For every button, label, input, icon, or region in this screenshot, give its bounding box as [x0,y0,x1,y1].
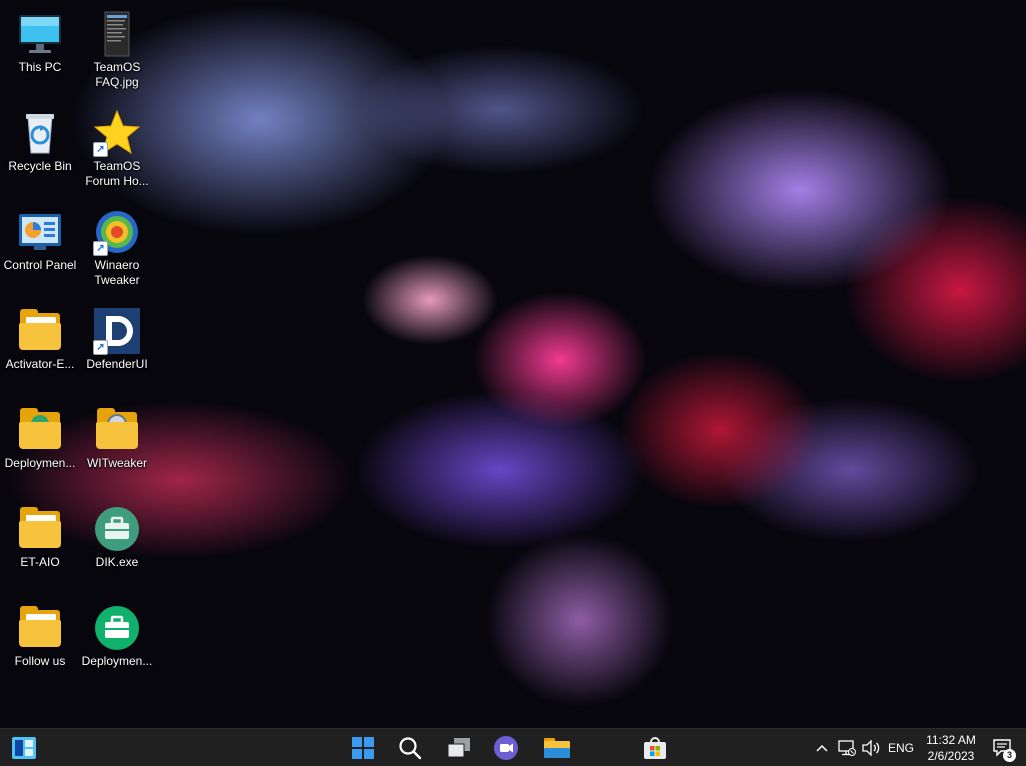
widgets-icon [12,737,36,759]
clock[interactable]: 11:32 AM 2/6/2023 [922,732,980,764]
task-view-button[interactable] [443,732,475,764]
folder-icon [16,406,64,454]
desktop-icon-label: Recycle Bin [8,159,72,173]
control-panel-icon [16,208,64,256]
desktop-icon-teamos-forum[interactable]: ↗ TeamOS Forum Ho... [76,105,158,197]
desktop-icon-control-panel[interactable]: Control Panel [0,204,81,296]
search-button[interactable] [394,732,426,764]
clock-time: 11:32 AM [926,733,976,747]
desktop-icon-et-aio-folder[interactable]: ET-AIO [0,501,81,593]
microsoft-store-icon [644,737,666,759]
desktop-icon-label: DIK.exe [95,555,139,569]
toolbox-icon [93,604,141,652]
folder-icon [93,406,141,454]
file-explorer-icon [544,738,570,758]
desktop-icon-recycle-bin[interactable]: Recycle Bin [0,105,81,197]
desktop-icon-winaero-tweaker[interactable]: ↗ Winaero Tweaker [76,204,158,296]
defenderui-icon: ↗ [93,307,141,355]
teams-chat-icon [494,736,518,760]
volume-button[interactable] [859,732,883,764]
image-file-icon [93,10,141,58]
desktop-icon-label: WITweaker [86,456,147,470]
shortcut-arrow-icon: ↗ [93,340,108,355]
folder-icon [16,307,64,355]
desktop-icon-label: ET-AIO [20,555,60,569]
desktop-icon-witweaker-folder[interactable]: WITweaker [76,402,158,494]
desktop-icon-label: TeamOS Forum Ho... [85,159,149,188]
notification-center-button[interactable]: 3 [988,732,1018,764]
desktop-icon-label: Deploymen... [4,456,76,470]
desktop-icon-deployment-folder[interactable]: Deploymen... [0,402,81,494]
desktop-icon-this-pc[interactable]: This PC [0,6,81,98]
start-button[interactable] [347,732,379,764]
desktop-icon-activator-folder[interactable]: Activator-E... [0,303,81,395]
desktop-icon-deployment-toolbox[interactable]: Deploymen... [76,600,158,692]
desktop-icon-teamos-faq[interactable]: TeamOS FAQ.jpg [76,6,158,98]
desktop-icon-follow-us-folder[interactable]: Follow us [0,600,81,692]
monitor-icon [16,10,64,58]
desktop-icon-label: Winaero Tweaker [94,258,140,287]
desktop-icon-label: Control Panel [3,258,77,272]
widgets-button[interactable] [8,732,40,764]
folder-icon [16,505,64,553]
show-hidden-icons-button[interactable] [811,732,833,764]
desktop-wallpaper: This PC Recycle Bin Control Panel Activa… [0,0,1026,728]
notification-count-badge: 3 [1003,749,1016,762]
language-indicator[interactable]: ENG [888,741,914,755]
recycle-bin-icon [16,109,64,157]
desktop-icon-label: DefenderUI [86,357,148,371]
microsoft-store-button[interactable] [639,732,671,764]
desktop-icon-label: Activator-E... [5,357,75,371]
chevron-up-icon [816,744,828,752]
desktop-icon-label: This PC [18,60,62,74]
file-explorer-button[interactable] [541,732,573,764]
toolbox-icon [93,505,141,553]
desktop-icon-dik-exe[interactable]: DIK.exe [76,501,158,593]
desktop-icon-label: Follow us [14,654,66,668]
clock-date: 2/6/2023 [927,749,975,763]
folder-icon [16,604,64,652]
star-icon: ↗ [93,109,141,157]
winaero-icon: ↗ [93,208,141,256]
network-button[interactable] [836,732,858,764]
network-icon [838,740,856,756]
shortcut-arrow-icon: ↗ [93,142,108,157]
taskbar: ENG 11:32 AM 2/6/2023 3 [0,728,1026,766]
desktop-icon-defenderui[interactable]: ↗ DefenderUI [76,303,158,395]
desktop-icon-label: Deploymen... [81,654,153,668]
speaker-icon [862,740,880,756]
search-icon [399,737,422,760]
task-view-icon [447,738,470,758]
windows-start-icon [352,737,374,759]
chat-button[interactable] [490,732,522,764]
desktop-icon-label: TeamOS FAQ.jpg [93,60,141,89]
shortcut-arrow-icon: ↗ [93,241,108,256]
